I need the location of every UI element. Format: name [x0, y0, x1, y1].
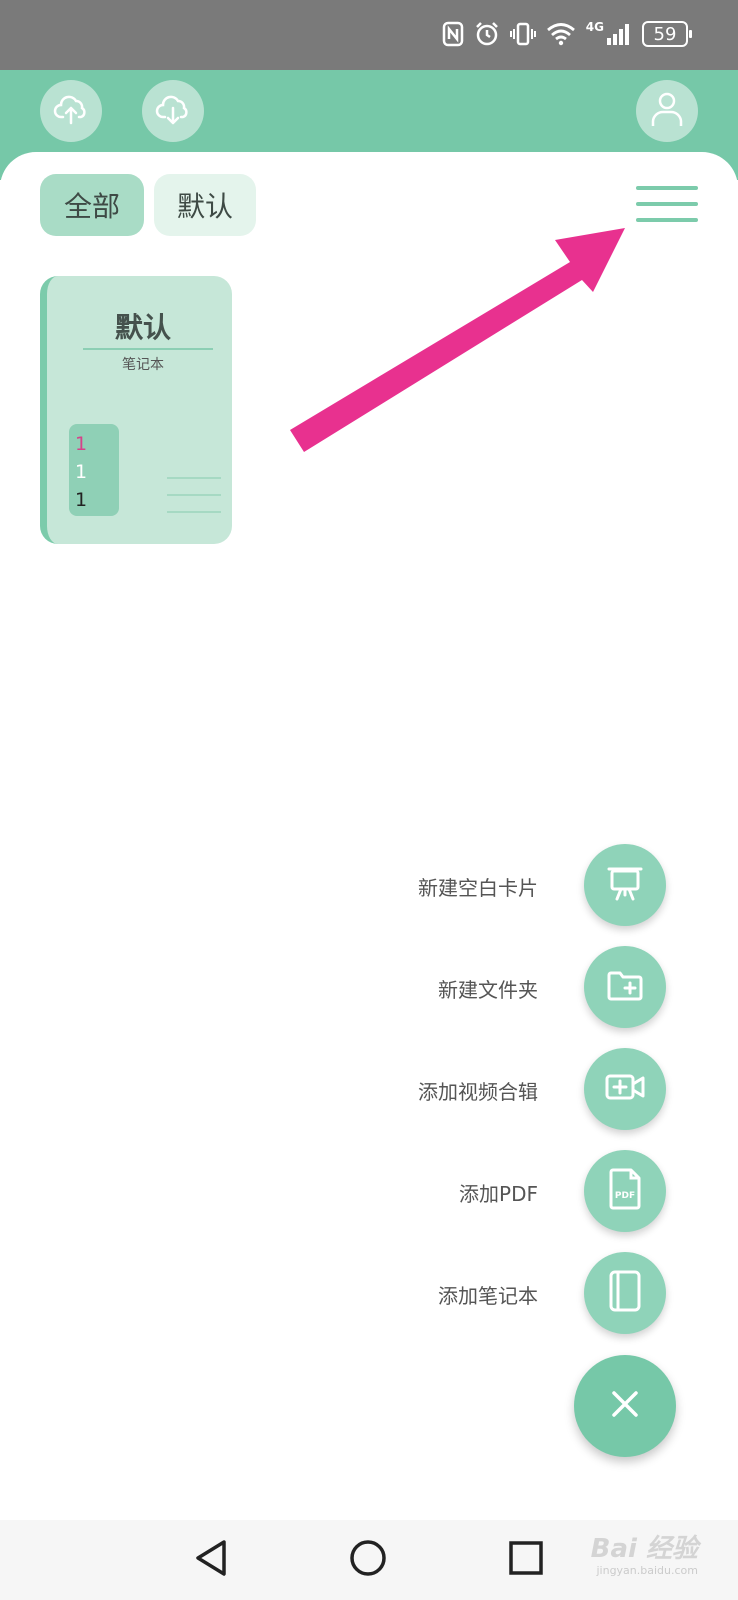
close-icon	[610, 1389, 640, 1423]
fab-item-add-pdf[interactable]: 添加PDF PDF	[380, 1150, 670, 1234]
video-add-icon	[604, 1067, 646, 1111]
fab-label: 新建空白卡片	[418, 876, 538, 900]
add-notebook-button[interactable]	[584, 1252, 666, 1334]
status-icons: 4G 59	[442, 18, 692, 50]
cloud-download-button[interactable]	[142, 80, 204, 142]
nfc-icon	[442, 21, 464, 47]
annotation-arrow	[290, 228, 625, 452]
vibrate-icon	[509, 21, 536, 47]
recents-button[interactable]	[496, 1530, 556, 1590]
tab-all[interactable]: 全部	[40, 174, 144, 236]
preview-line: 1	[75, 489, 88, 511]
network-type-label: 4G	[585, 20, 604, 34]
fab-item-add-notebook[interactable]: 添加笔记本	[380, 1252, 670, 1336]
tab-default[interactable]: 默认	[154, 174, 256, 236]
battery-level: 59	[653, 23, 677, 45]
new-folder-button[interactable]	[584, 946, 666, 1028]
notebook-icon	[605, 1269, 645, 1317]
notebook-preview: 1 1 1	[69, 424, 119, 516]
notebook-title: 默认	[114, 311, 171, 344]
fab-label: 新建文件夹	[438, 978, 538, 1002]
back-icon	[194, 1538, 230, 1582]
fab-label: 添加视频合辑	[418, 1080, 538, 1104]
notebook-card[interactable]: 默认 笔记本 1 1 1	[40, 276, 232, 544]
new-blank-card-button[interactable]	[584, 844, 666, 926]
fab-item-new-blank-card[interactable]: 新建空白卡片	[380, 844, 670, 928]
fab-item-add-video-collection[interactable]: 添加视频合辑	[380, 1048, 670, 1132]
battery-icon: 59	[642, 21, 692, 47]
add-pdf-button[interactable]: PDF	[584, 1150, 666, 1232]
signal-icon	[606, 22, 632, 46]
watermark: Bai 经验	[590, 1534, 698, 1564]
fab-label: 添加笔记本	[438, 1284, 538, 1308]
alarm-icon	[474, 21, 500, 47]
watermark-url: jingyan.baidu.com	[596, 1564, 698, 1577]
fab-item-new-folder[interactable]: 新建文件夹	[380, 946, 670, 1030]
recents-icon	[509, 1541, 543, 1579]
cloud-download-icon	[155, 91, 191, 131]
cloud-upload-icon	[53, 91, 89, 131]
preview-line: 1	[75, 433, 88, 455]
user-profile-button[interactable]	[636, 80, 698, 142]
fab-label: 添加PDF	[459, 1182, 538, 1206]
back-button[interactable]	[182, 1530, 242, 1590]
menu-icon[interactable]	[636, 184, 698, 224]
home-button[interactable]	[338, 1530, 398, 1590]
add-video-collection-button[interactable]	[584, 1048, 666, 1130]
preview-line: 1	[75, 461, 88, 483]
folder-add-icon	[605, 965, 645, 1009]
wifi-icon	[546, 22, 576, 46]
user-avatar-icon	[649, 90, 685, 132]
pdf-file-icon: PDF	[605, 1167, 645, 1215]
cloud-upload-button[interactable]	[40, 80, 102, 142]
notebook-decoration-lines	[167, 477, 221, 528]
notebook-title-underline	[83, 348, 213, 350]
status-bar: 4G 59	[0, 0, 738, 70]
svg-text:PDF: PDF	[615, 1191, 635, 1201]
notebook-subtitle: 笔记本	[122, 357, 164, 373]
fab-close-button[interactable]	[574, 1355, 676, 1457]
easel-icon	[605, 863, 645, 907]
home-icon	[349, 1539, 387, 1581]
